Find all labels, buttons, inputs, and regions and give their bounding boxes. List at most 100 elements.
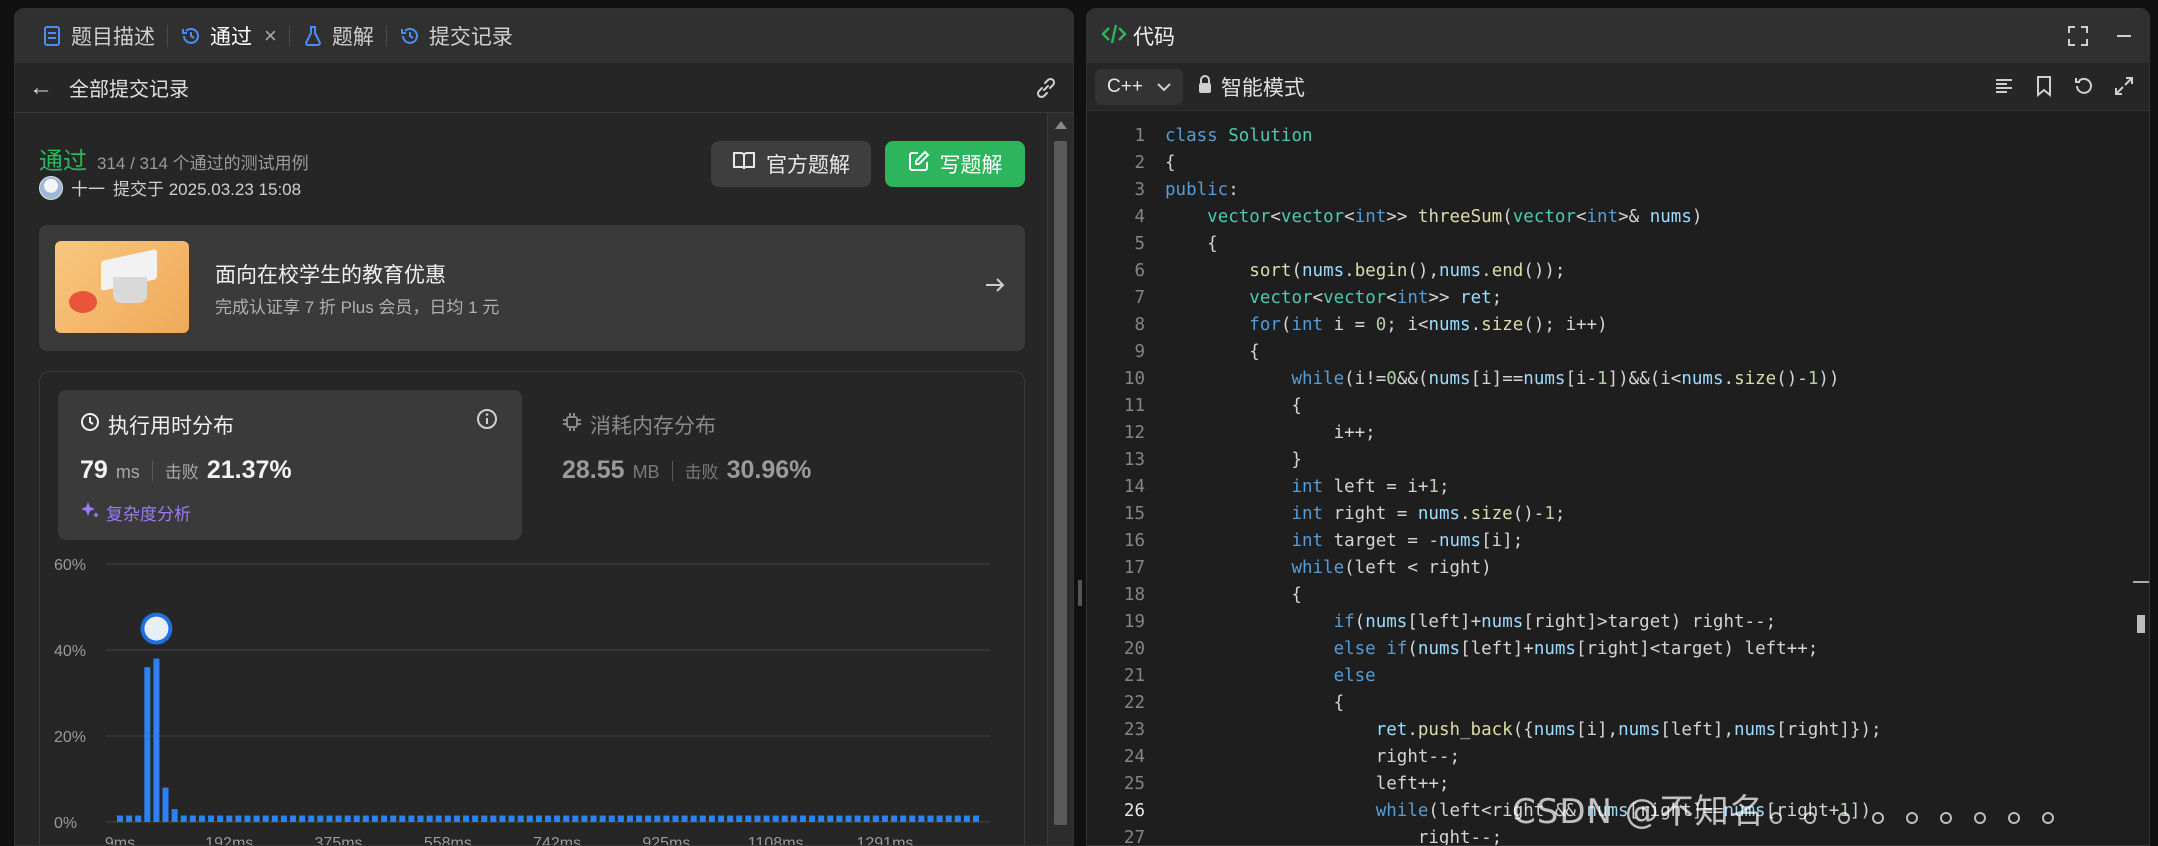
code-line[interactable]: 7 vector<vector<int>> ret; bbox=[1087, 285, 2129, 312]
chart-bar bbox=[645, 815, 652, 822]
code-line[interactable]: 12 i++; bbox=[1087, 420, 2129, 447]
memory-metric: 28.55 MB 击败 30.96% bbox=[562, 456, 811, 485]
username[interactable]: 十一 bbox=[71, 175, 105, 200]
code-line[interactable]: 3 public: bbox=[1087, 177, 2129, 204]
code-line[interactable]: 2{ bbox=[1087, 150, 2129, 177]
line-number: 12 bbox=[1123, 423, 1145, 443]
minimize-icon[interactable] bbox=[2113, 25, 2135, 52]
chart-bar bbox=[198, 815, 205, 822]
code-line[interactable]: 17 while(left < right) bbox=[1087, 555, 2129, 582]
line-number: 6 bbox=[1134, 261, 1145, 281]
tab-solutions[interactable]: 题解 bbox=[290, 9, 386, 63]
runtime-distribution-chart[interactable]: 0% 20% 40% 60% 9ms 192ms 375ms 558ms 742ms 925ms 1… bbox=[40, 552, 1024, 846]
code-line[interactable]: 1 class Solution bbox=[1087, 123, 2129, 150]
complexity-analysis-link[interactable]: 复杂度分析 bbox=[80, 500, 191, 525]
runtime-card[interactable]: 执行用时分布 79 ms 击败 21.37% 复杂度分析 bbox=[58, 390, 522, 540]
code-text: i++; bbox=[1165, 423, 1376, 443]
sparkle-icon bbox=[80, 500, 100, 525]
language-select[interactable]: C++ bbox=[1095, 68, 1183, 105]
expand-icon[interactable] bbox=[2113, 75, 2135, 102]
code-line[interactable]: 18 { bbox=[1087, 582, 2129, 609]
chart-bar bbox=[208, 815, 215, 822]
arrow-right-icon[interactable] bbox=[983, 273, 1007, 302]
all-submissions-link[interactable]: 全部提交记录 bbox=[69, 73, 189, 102]
chart-bar bbox=[526, 815, 533, 822]
code-text: for(int i = 0; i<nums.size(); i++) bbox=[1249, 315, 1608, 335]
code-text: int left = i+1; bbox=[1291, 477, 1450, 497]
chart-bar bbox=[326, 815, 333, 822]
bookmark-icon[interactable] bbox=[2033, 75, 2055, 102]
chart-bar bbox=[362, 815, 369, 822]
tab-result-label: 通过 bbox=[210, 26, 252, 49]
chart-bar bbox=[818, 815, 825, 822]
avatar[interactable] bbox=[39, 175, 63, 200]
code-line[interactable]: 16 int target = -nums[i]; bbox=[1087, 528, 2129, 555]
code-line[interactable]: 21 else bbox=[1087, 663, 2129, 690]
link-icon[interactable] bbox=[1033, 75, 1059, 106]
code-line[interactable]: 13 } bbox=[1087, 447, 2129, 474]
code-line[interactable]: 5 { bbox=[1087, 231, 2129, 258]
reset-icon[interactable] bbox=[2073, 75, 2095, 102]
code-text: while(left < right) bbox=[1291, 558, 1492, 578]
chart-bar bbox=[481, 815, 488, 822]
maximize-icon[interactable] bbox=[2067, 25, 2089, 52]
chart-bar bbox=[244, 815, 251, 822]
info-icon[interactable] bbox=[476, 408, 498, 435]
chart-bar bbox=[117, 815, 123, 822]
scroll-thumb[interactable] bbox=[2137, 615, 2145, 633]
panel-resize-handle[interactable] bbox=[1078, 580, 1082, 606]
scroll-thumb[interactable] bbox=[1054, 141, 1067, 825]
chart-bar bbox=[435, 815, 442, 822]
code-text: { bbox=[1165, 342, 1260, 362]
code-line[interactable]: 8 for(int i = 0; i<nums.size(); i++) bbox=[1087, 312, 2129, 339]
chart-bar bbox=[572, 815, 579, 822]
book-icon bbox=[732, 151, 756, 177]
code-tab-title[interactable]: 代码 bbox=[1133, 21, 1175, 51]
x-tick-label: 1291ms bbox=[856, 835, 913, 846]
chart-bar bbox=[262, 815, 269, 822]
format-icon[interactable] bbox=[1993, 75, 2015, 102]
code-line[interactable]: 11 { bbox=[1087, 393, 2129, 420]
chart-bar bbox=[663, 815, 670, 822]
close-icon[interactable]: × bbox=[264, 23, 277, 49]
tab-description[interactable]: 题目描述 bbox=[29, 9, 167, 63]
smart-mode-toggle[interactable]: 智能模式 bbox=[1197, 72, 1305, 102]
code-line[interactable]: 6 sort(nums.begin(),nums.end()); bbox=[1087, 258, 2129, 285]
code-line[interactable]: 20 else if(nums[left]+nums[right]<target… bbox=[1087, 636, 2129, 663]
metric-divider bbox=[151, 460, 153, 481]
chart-bar bbox=[845, 815, 852, 822]
code-line[interactable]: 23 ret.push_back({nums[i],nums[left],num… bbox=[1087, 717, 2129, 744]
code-line[interactable]: 14 int left = i+1; bbox=[1087, 474, 2129, 501]
arrow-left-icon[interactable]: ← bbox=[29, 74, 53, 102]
submitted-time: 提交于 2025.03.23 15:08 bbox=[113, 180, 302, 199]
y-tick-label: 60% bbox=[54, 557, 86, 574]
code-editor[interactable]: 1 class Solution 2{3 public: 4 vector<vector… bbox=[1087, 123, 2129, 845]
code-line[interactable]: 19 if(nums[left]+nums[right]>target) rig… bbox=[1087, 609, 2129, 636]
code-line[interactable]: 9 { bbox=[1087, 339, 2129, 366]
code-line[interactable]: 15 int right = nums.size()-1; bbox=[1087, 501, 2129, 528]
code-line[interactable]: 4 vector<vector<int>> threeSum(vector<in… bbox=[1087, 204, 2129, 231]
code-line[interactable]: 24 right--; bbox=[1087, 744, 2129, 771]
code-text: else if(nums[left]+nums[right]<target) l… bbox=[1333, 639, 1819, 659]
chart-bar bbox=[180, 815, 187, 822]
code-line[interactable]: 10 while(i!=0&&(nums[i]==nums[i-1])&&(i<… bbox=[1087, 366, 2129, 393]
tab-submissions[interactable]: 提交记录 bbox=[387, 9, 525, 63]
editor-scrollbar[interactable] bbox=[2129, 111, 2149, 845]
official-solution-button[interactable]: 官方题解 bbox=[711, 141, 871, 187]
memory-card[interactable]: 消耗内存分布 28.55 MB 击败 30.96% bbox=[540, 390, 1004, 540]
left-scrollbar[interactable] bbox=[1047, 113, 1073, 845]
code-line[interactable]: 22 { bbox=[1087, 690, 2129, 717]
chart-bar bbox=[636, 815, 643, 822]
tab-result[interactable]: 通过 × bbox=[168, 9, 289, 63]
line-number: 22 bbox=[1123, 693, 1145, 713]
line-number: 26 bbox=[1123, 801, 1145, 821]
chart-bar bbox=[736, 815, 743, 822]
line-number: 7 bbox=[1134, 288, 1145, 308]
scroll-up-icon[interactable] bbox=[1055, 121, 1067, 129]
left-tab-bar: 题目描述 通过 × 题解 提交记录 bbox=[15, 9, 1073, 63]
chevron-down-icon bbox=[1157, 76, 1171, 98]
education-promo-banner[interactable]: 面向在校学生的教育优惠 完成认证享 7 折 Plus 会员，日均 1 元 bbox=[39, 225, 1025, 351]
write-solution-button[interactable]: 写题解 bbox=[885, 141, 1025, 187]
runtime-beat-label: 击败 bbox=[164, 463, 199, 482]
chart-bar bbox=[299, 815, 306, 822]
